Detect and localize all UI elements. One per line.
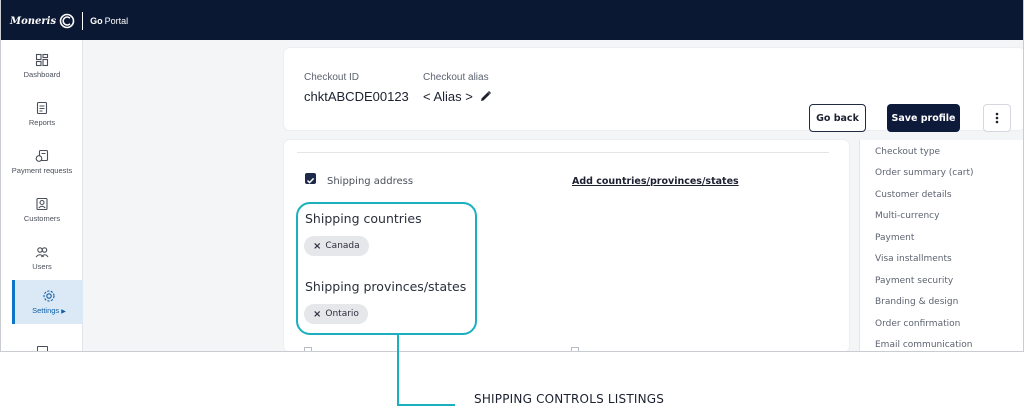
- kebab-menu-icon: [995, 112, 999, 124]
- checkout-id-value: chktABCDE00123: [304, 89, 409, 104]
- chevron-right-icon: ▶: [61, 309, 66, 315]
- callout-connector: [397, 333, 399, 406]
- checkout-id-label: Checkout ID: [304, 72, 360, 83]
- section-link-order-summary[interactable]: Order summary (cart): [875, 168, 973, 178]
- brand-name: Moneris: [10, 15, 57, 27]
- sidebar-item-payment-requests[interactable]: Payment requests: [1, 140, 83, 184]
- section-link-payment-security[interactable]: Payment security: [875, 276, 953, 286]
- shipping-address-label: Shipping address: [327, 176, 414, 187]
- shipping-address-checkbox[interactable]: [305, 173, 316, 184]
- go-back-button[interactable]: Go back: [809, 104, 866, 132]
- section-link-visa-installments[interactable]: Visa installments: [875, 254, 952, 264]
- partial-checkbox: [571, 347, 579, 351]
- more-options-button[interactable]: [983, 104, 1011, 132]
- brand-go: Go: [90, 16, 103, 26]
- section-link-order-confirmation[interactable]: Order confirmation: [875, 319, 960, 329]
- callout-label: SHIPPING CONTROLS LISTINGS: [474, 392, 665, 406]
- users-icon: [35, 247, 49, 258]
- section-link-multi-currency[interactable]: Multi-currency: [875, 211, 939, 221]
- moneris-mark-icon: [59, 13, 75, 29]
- customers-icon: [36, 197, 48, 211]
- sidebar-item-label: Reports: [28, 118, 56, 127]
- reports-icon: [36, 101, 48, 115]
- dashboard-icon: [35, 53, 49, 67]
- section-link-branding-design[interactable]: Branding & design: [875, 297, 958, 307]
- sidebar-item-users[interactable]: Users: [1, 236, 83, 280]
- sidebar-item-reports[interactable]: Reports: [1, 92, 83, 136]
- payment-requests-icon: [35, 149, 49, 162]
- pencil-icon[interactable]: [479, 90, 492, 103]
- settings-icon: [43, 290, 55, 302]
- settings-label-text: Settings: [32, 306, 60, 315]
- app-window: Moneris Go Portal Dashboard Reports Paym…: [0, 0, 1024, 352]
- checkout-alias-label: Checkout alias: [423, 72, 489, 83]
- section-link-checkout-type[interactable]: Checkout type: [875, 147, 940, 157]
- checkout-alias[interactable]: < Alias >: [423, 89, 492, 104]
- brand-logo[interactable]: Moneris Go Portal: [10, 11, 128, 31]
- shipping-listings-highlight: [296, 202, 477, 335]
- sidebar-partial-icon: [37, 346, 48, 351]
- checkmark-icon: [306, 177, 315, 184]
- partial-checkbox: [304, 347, 312, 351]
- callout-connector-horizontal: [397, 404, 455, 406]
- section-link-payment[interactable]: Payment: [875, 233, 914, 243]
- sidebar-item-label: Dashboard: [23, 70, 61, 79]
- sidebar-item-label: Customers: [23, 214, 61, 223]
- brand-separator: [82, 12, 84, 30]
- add-countries-link[interactable]: Add countries/provinces/states: [572, 176, 739, 187]
- brand-portal: Portal: [104, 16, 129, 26]
- section-link-email-communication[interactable]: Email communication: [875, 340, 972, 350]
- sidebar-item-dashboard[interactable]: Dashboard: [1, 44, 83, 88]
- sidebar-item-customers[interactable]: Customers: [1, 188, 83, 232]
- top-bar: Moneris Go Portal: [1, 0, 1023, 40]
- sidebar-item-label: Payment requests: [11, 166, 73, 175]
- sidebar-item-label: Settings ▶: [32, 306, 66, 315]
- sidebar-item-settings[interactable]: Settings ▶: [12, 280, 83, 324]
- section-divider: [297, 152, 829, 153]
- save-profile-button[interactable]: Save profile: [887, 104, 960, 132]
- section-link-customer-details[interactable]: Customer details: [875, 190, 952, 200]
- sidebar-item-label: Users: [32, 262, 52, 271]
- checkout-alias-value: < Alias >: [423, 89, 473, 104]
- sidebar: Dashboard Reports Payment requests Custo…: [1, 40, 83, 351]
